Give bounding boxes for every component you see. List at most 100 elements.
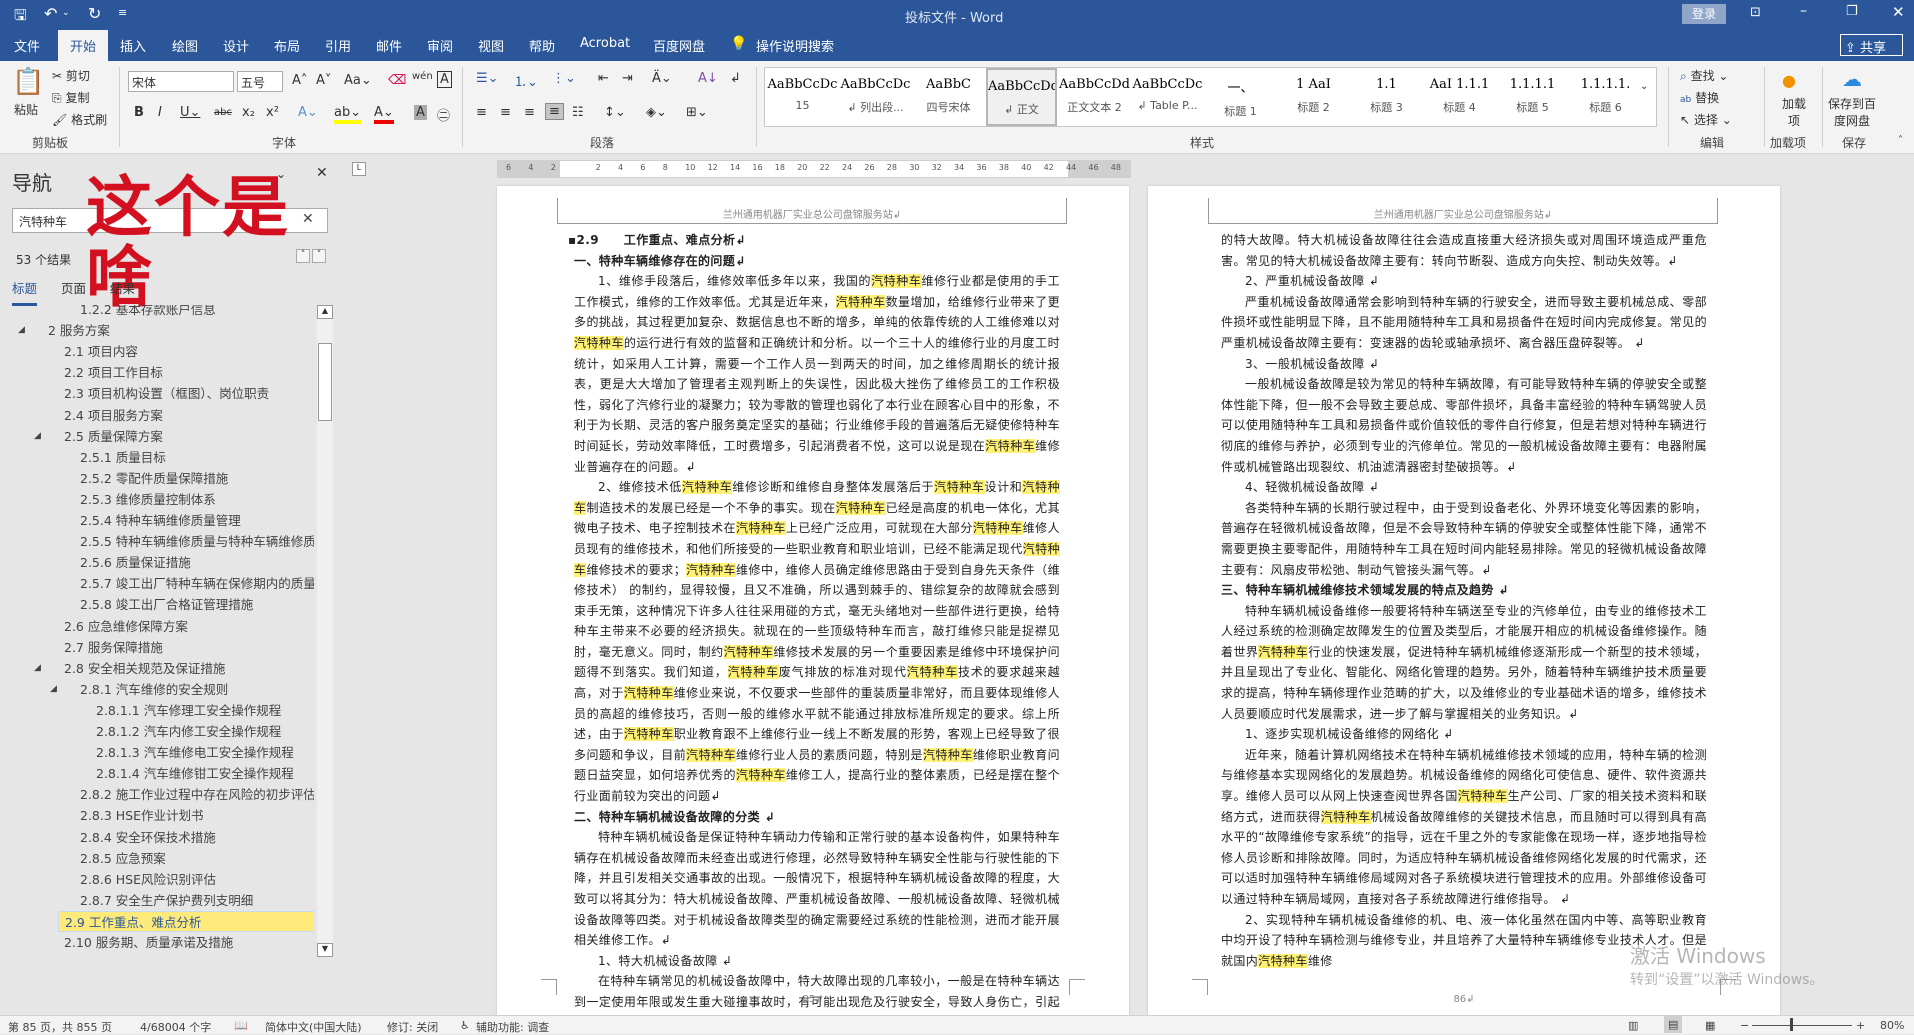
save-to-netdisk-button[interactable]: 保存到百度网盘 bbox=[1828, 95, 1876, 129]
style-5[interactable]: AaBbCcDc ↲ Table P... bbox=[1132, 68, 1203, 126]
styles-more-icon[interactable]: ⌄ bbox=[1640, 81, 1648, 92]
expand-toggle-icon[interactable]: ◢ bbox=[34, 663, 41, 673]
addins-button[interactable]: 加载项 bbox=[1782, 95, 1806, 129]
document-page-85[interactable]: 兰州通用机器厂实业总公司盘锦服务站↲ ▪2.9 工作重点、难点分析↲ 一、特种车辆… bbox=[497, 186, 1129, 1030]
addins-icon[interactable]: ● bbox=[1782, 71, 1796, 90]
nav-heading-item[interactable]: 2.6 应急维修保障方案 bbox=[64, 616, 188, 637]
next-result-button[interactable]: ˅ bbox=[312, 249, 326, 263]
nav-heading-item[interactable]: 2.5.3 维修质量控制体系 bbox=[80, 489, 216, 510]
scroll-thumb[interactable] bbox=[318, 343, 332, 421]
expand-toggle-icon[interactable]: ◢ bbox=[50, 684, 57, 694]
nav-heading-item[interactable]: 2.8.6 HSE风险识别评估 bbox=[80, 869, 216, 890]
print-layout-icon[interactable]: ▤ bbox=[1664, 1016, 1683, 1033]
nav-heading-item[interactable]: 2.5.2 零配件质量保障措施 bbox=[80, 468, 228, 489]
copy-button[interactable]: ⎘ 复制 bbox=[52, 89, 89, 106]
scroll-up-icon[interactable]: ▲ bbox=[317, 305, 333, 319]
tab-review[interactable]: 审阅 bbox=[427, 36, 453, 55]
shading-icon[interactable]: ◈⌄ bbox=[646, 105, 667, 120]
collapse-ribbon-icon[interactable]: ˄ bbox=[1898, 135, 1903, 146]
nav-heading-item[interactable]: 2.7 服务保障措施 bbox=[64, 637, 163, 658]
change-case-icon[interactable]: Aa⌄ bbox=[344, 73, 372, 88]
text-effects-icon[interactable]: A⌄ bbox=[298, 105, 318, 120]
paste-button[interactable]: 粘贴 bbox=[14, 101, 38, 118]
style-4[interactable]: AaBbCcDd 正文文本 2 bbox=[1059, 68, 1130, 126]
tab-design[interactable]: 设计 bbox=[223, 36, 249, 55]
multilevel-list-icon[interactable]: ⋮⌄ bbox=[552, 71, 576, 86]
tab-layout[interactable]: 布局 bbox=[274, 36, 300, 55]
justify-icon[interactable]: ≡ bbox=[545, 103, 564, 120]
grow-font-icon[interactable]: A˄ bbox=[292, 73, 307, 88]
nav-heading-item[interactable]: 2.8.2 施工作业过程中存在风险的初步评估 bbox=[80, 784, 314, 805]
distributed-icon[interactable]: ☷ bbox=[572, 105, 584, 120]
read-mode-icon[interactable]: ▥ bbox=[1628, 1019, 1638, 1032]
bullets-icon[interactable]: ☰⌄ bbox=[476, 71, 499, 86]
nav-heading-item[interactable]: 1.2.2 基本存款账户信息 bbox=[80, 305, 216, 320]
nav-heading-item[interactable]: 2.5.1 质量目标 bbox=[80, 447, 166, 468]
align-right-icon[interactable]: ≡ bbox=[524, 105, 535, 120]
nav-heading-item[interactable]: 2.8.4 安全环保技术措施 bbox=[80, 827, 216, 848]
superscript-icon[interactable]: x² bbox=[266, 105, 279, 120]
replace-button[interactable]: ab 替换 bbox=[1680, 89, 1719, 106]
zoom-in-button[interactable]: + bbox=[1856, 1019, 1865, 1032]
nav-heading-item[interactable]: 2.4 项目服务方案 bbox=[64, 405, 163, 426]
previous-result-button[interactable]: ˄ bbox=[296, 249, 310, 263]
italic-icon[interactable]: I bbox=[158, 105, 162, 120]
sort-icon[interactable]: A↓ bbox=[698, 71, 718, 86]
scroll-down-icon[interactable]: ▼ bbox=[317, 943, 333, 957]
expand-toggle-icon[interactable]: ◢ bbox=[34, 431, 41, 441]
nav-heading-item[interactable]: 2.5 质量保障方案 bbox=[64, 426, 163, 447]
shrink-font-icon[interactable]: A˅ bbox=[316, 73, 331, 88]
font-size-combo[interactable]: 五号 bbox=[237, 71, 283, 92]
nav-tab-headings[interactable]: 标题 bbox=[12, 278, 38, 306]
save-icon[interactable]: 🖫 bbox=[14, 5, 27, 30]
login-button[interactable]: 登录 bbox=[1682, 4, 1726, 24]
tab-home[interactable]: 开始 bbox=[58, 30, 109, 61]
nav-heading-item[interactable]: 2.10 服务期、质量承诺及措施 bbox=[64, 932, 233, 953]
nav-heading-item[interactable]: 2.8 安全相关规范及保证措施 bbox=[64, 658, 225, 679]
underline-icon[interactable]: U⌄ bbox=[180, 105, 200, 120]
tab-view[interactable]: 视图 bbox=[478, 36, 504, 55]
style-8[interactable]: 1.1 标题 3 bbox=[1351, 68, 1422, 126]
nav-heading-item[interactable]: 2.11 合理化建议 bbox=[64, 953, 158, 957]
nav-heading-item[interactable]: 2.5.7 竣工出厂特种车辆在保修期内的质量... bbox=[80, 573, 314, 594]
nav-scrollbar[interactable]: ▲ ▼ bbox=[317, 305, 333, 957]
language[interactable]: 简体中文(中国大陆) bbox=[265, 1019, 362, 1035]
expand-toggle-icon[interactable]: ◢ bbox=[18, 325, 25, 335]
tab-help[interactable]: 帮助 bbox=[529, 36, 555, 55]
nav-heading-item[interactable]: 2 服务方案 bbox=[48, 320, 110, 341]
tab-baidu-netdisk[interactable]: 百度网盘 bbox=[653, 36, 705, 55]
accessibility-status[interactable]: 辅助功能: 调查 bbox=[476, 1019, 549, 1035]
font-color-icon[interactable]: A⌄ bbox=[374, 105, 394, 124]
tab-draw[interactable]: 绘图 bbox=[172, 36, 198, 55]
numbering-icon[interactable]: ⒈⌄ bbox=[514, 71, 538, 90]
share-button[interactable]: ⇪ 共享 ⌄ bbox=[1840, 34, 1903, 71]
undo-icon[interactable]: ↶ bbox=[44, 4, 57, 23]
enclose-characters-icon[interactable]: ㊁ bbox=[437, 105, 450, 124]
font-name-combo[interactable]: 宋体 bbox=[128, 71, 234, 92]
nav-heading-item[interactable]: 2.8.5 应急预案 bbox=[80, 848, 166, 869]
align-center-icon[interactable]: ≡ bbox=[500, 105, 511, 120]
phonetic-guide-icon[interactable]: wén bbox=[412, 71, 433, 82]
style-0[interactable]: AaBbCcDc 15 bbox=[767, 68, 838, 126]
nav-heading-item[interactable]: 2.8.1 汽车维修的安全规则 bbox=[80, 679, 228, 700]
page-count[interactable]: 第 85 页，共 855 页 bbox=[8, 1019, 112, 1035]
paste-icon[interactable]: 📋 bbox=[12, 67, 44, 97]
nav-heading-item[interactable]: 2.5.5 特种车辆维修质量与特种车辆维修质... bbox=[80, 531, 314, 552]
bold-icon[interactable]: B bbox=[134, 105, 144, 120]
minimize-icon[interactable]: – bbox=[1800, 3, 1807, 19]
character-border-icon[interactable]: A bbox=[437, 71, 452, 88]
format-painter-button[interactable]: 🖌 格式刷 bbox=[52, 111, 107, 128]
web-layout-icon[interactable]: ▦ bbox=[1705, 1019, 1715, 1032]
horizontal-ruler[interactable]: 6 4 2 2 4 6 8 10 12 14 16 18 20 22 24 26 28 30 32 34 36 38 40 4… bbox=[497, 160, 1131, 178]
nav-heading-item[interactable]: 2.5.4 特种车辆维修质量管理 bbox=[80, 510, 241, 531]
zoom-out-button[interactable]: − bbox=[1740, 1019, 1749, 1032]
increase-indent-icon[interactable]: ⇥ bbox=[622, 71, 633, 86]
customize-toolbar-icon[interactable]: ≡ bbox=[118, 6, 127, 19]
ribbon-display-options-icon[interactable]: ⊡ bbox=[1750, 5, 1761, 20]
tab-mailings[interactable]: 邮件 bbox=[376, 36, 402, 55]
zoom-slider-thumb[interactable] bbox=[1790, 1018, 1793, 1031]
tab-insert[interactable]: 插入 bbox=[120, 36, 146, 55]
word-count[interactable]: 4/68004 个字 bbox=[140, 1019, 211, 1035]
align-left-icon[interactable]: ≡ bbox=[476, 105, 487, 120]
tab-acrobat[interactable]: Acrobat bbox=[580, 36, 630, 51]
